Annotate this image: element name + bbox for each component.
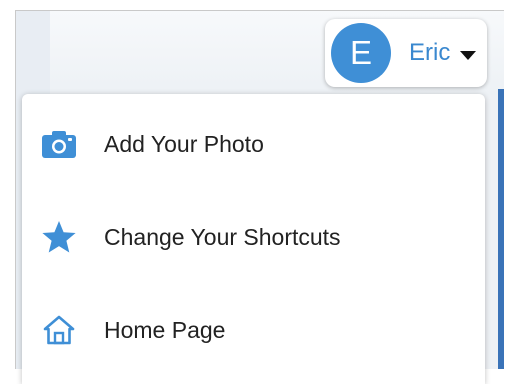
home-icon: [40, 311, 78, 349]
avatar: E: [331, 23, 391, 83]
right-accent-bar: [498, 89, 504, 369]
user-name: Eric: [409, 39, 451, 66]
menu-item-label: Add Your Photo: [104, 130, 264, 157]
user-dropdown-menu: Add Your Photo Change Your Shortcuts Hom…: [22, 94, 485, 384]
menu-item-label: Home Page: [104, 316, 226, 343]
menu-item-add-photo[interactable]: Add Your Photo: [22, 114, 485, 174]
menu-item-change-shortcuts[interactable]: Change Your Shortcuts: [22, 207, 485, 267]
menu-item-home-page[interactable]: Home Page: [22, 300, 485, 360]
user-menu-button[interactable]: E Eric: [325, 19, 487, 87]
caret-down-icon: [460, 50, 477, 60]
star-icon: [40, 218, 78, 256]
menu-item-label: Change Your Shortcuts: [104, 223, 341, 250]
camera-icon: [40, 125, 78, 163]
avatar-initial: E: [349, 34, 372, 71]
